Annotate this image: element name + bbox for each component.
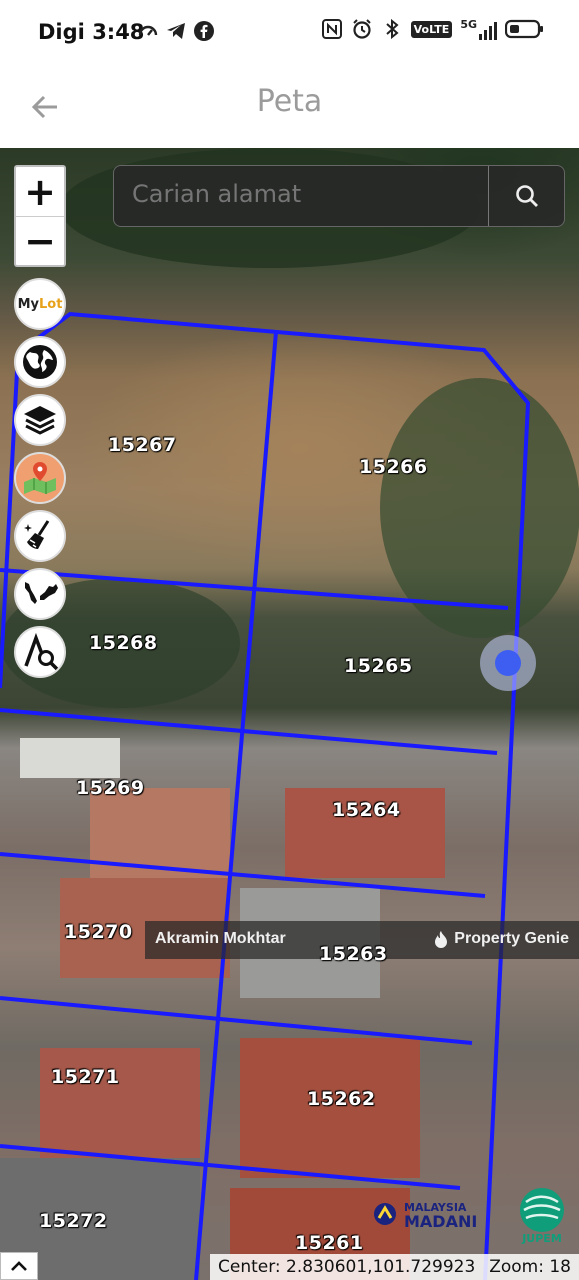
facebook-icon [193, 20, 215, 42]
measure-search-button[interactable] [14, 626, 66, 678]
status-bar: Digi 3:48 VoLTE 5G [0, 0, 579, 66]
plot-label[interactable]: 15266 [359, 456, 428, 478]
globe-button[interactable] [14, 336, 66, 388]
parcel-boundary [0, 852, 486, 898]
address-search [113, 165, 565, 227]
plot-label[interactable]: 15272 [39, 1210, 108, 1232]
map-coordinates-bar: Center: 2.830601,101.729923 Zoom: 18 [210, 1254, 579, 1280]
parcel-boundary [0, 708, 498, 755]
mylot-logo: MyLot [17, 296, 63, 312]
5g-signal-icon: 5G [460, 18, 497, 40]
malaysia-madani-logo: MALAYSIA MADANI [372, 1196, 494, 1238]
broom-icon [24, 520, 50, 549]
jupem-logo: JUPEM [514, 1184, 570, 1245]
malaysia-map-icon [25, 582, 58, 604]
plot-label[interactable]: 15262 [307, 1088, 376, 1110]
telegram-icon [165, 20, 187, 42]
alarm-icon [351, 18, 373, 40]
search-input[interactable] [132, 180, 482, 208]
map-view[interactable]: 15267 15266 15268 15265 15269 15264 1527… [0, 148, 579, 1280]
plot-label[interactable]: 15261 [295, 1232, 364, 1254]
parcel-boundary [194, 331, 278, 1280]
plot-label[interactable]: 15271 [51, 1066, 120, 1088]
carrier-time: Digi 3:48 [38, 20, 145, 44]
layers-icon [24, 406, 56, 435]
flame-icon [435, 931, 448, 948]
speedometer-icon [137, 20, 159, 42]
plot-label[interactable]: 15270 [64, 921, 133, 943]
search-icon [516, 185, 538, 207]
svg-text:MADANI: MADANI [404, 1212, 477, 1231]
mylot-button[interactable]: MyLot [14, 278, 66, 330]
collapse-button[interactable] [0, 1252, 38, 1280]
plot-label[interactable]: 15264 [332, 799, 401, 821]
page-title: Peta [256, 84, 323, 119]
center-coordinates: Center: 2.830601,101.729923 [218, 1257, 476, 1277]
app-bar: Peta [0, 66, 579, 148]
divider [488, 166, 489, 226]
bluetooth-icon [381, 18, 403, 40]
parcel-boundary [0, 352, 20, 689]
battery-icon [505, 18, 545, 40]
watermark-brand: Property Genie [434, 930, 569, 948]
nfc-icon [321, 18, 343, 40]
watermark-name: Akramin Mokhtar [155, 930, 286, 947]
measure-search-icon [24, 632, 59, 671]
plot-label[interactable]: 15267 [108, 434, 177, 456]
plot-label[interactable]: 15269 [76, 777, 145, 799]
current-location-marker [480, 635, 536, 691]
layers-button[interactable] [14, 394, 66, 446]
search-button[interactable] [490, 166, 564, 226]
map-pin-icon [24, 462, 56, 494]
globe-icon [23, 345, 57, 379]
zoom-in-button[interactable]: + [16, 167, 64, 216]
zoom-level: Zoom: 18 [489, 1257, 571, 1277]
parcel-boundary [0, 996, 473, 1045]
parcel-boundaries [0, 311, 531, 1280]
zoom-control: + − [14, 165, 66, 267]
plot-label[interactable]: 15268 [89, 632, 158, 654]
volte-icon: VoLTE [410, 20, 453, 38]
plot-label[interactable]: 15263 [319, 943, 388, 965]
plot-label[interactable]: 15265 [344, 655, 413, 677]
chevron-up-icon [11, 1261, 27, 1271]
parcel-boundary [0, 1144, 461, 1190]
clear-button[interactable] [14, 510, 66, 562]
malaysia-map-button[interactable] [14, 568, 66, 620]
svg-text:JUPEM: JUPEM [521, 1232, 562, 1244]
location-pin-button[interactable] [14, 452, 66, 504]
zoom-out-button[interactable]: − [16, 216, 64, 265]
